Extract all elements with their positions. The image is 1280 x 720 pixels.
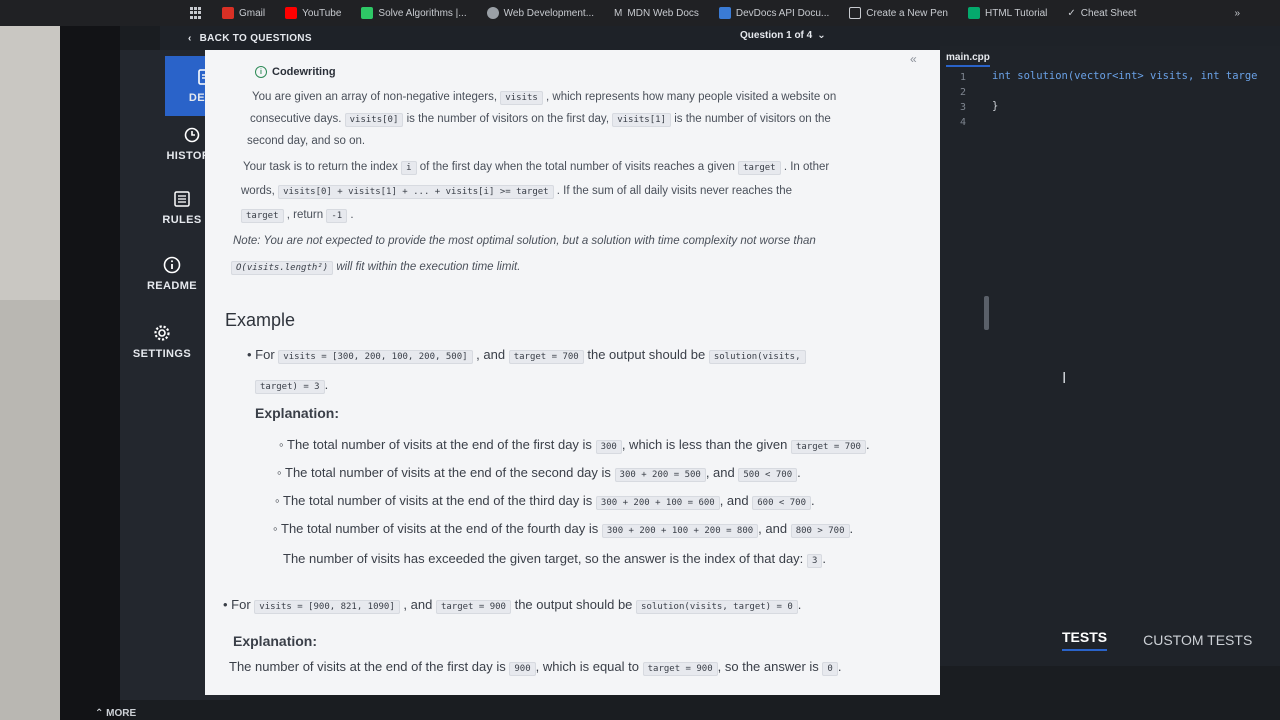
codewriting-icon: i bbox=[255, 66, 267, 79]
codepen-icon bbox=[849, 7, 862, 19]
bookmark-html-tutorial[interactable]: HTML Tutorial bbox=[967, 7, 1047, 19]
chevron-down-icon: ⌄ bbox=[817, 30, 826, 41]
text-cursor-icon: I bbox=[1062, 370, 1067, 387]
task-type-header: i Codewriting bbox=[255, 65, 336, 80]
bookmark-web-development[interactable]: Web Development... bbox=[486, 7, 594, 19]
file-tab-main-cpp[interactable]: main.cpp bbox=[946, 52, 990, 67]
description-paragraph-2b: words, visits[0] + visits[1] + ... + vis… bbox=[241, 185, 793, 199]
gmail-icon bbox=[222, 7, 234, 19]
panel-resize-handle[interactable] bbox=[984, 296, 989, 330]
complexity-note-b: O(visits.length²) will fit within the ex… bbox=[231, 260, 520, 276]
back-to-questions-link[interactable]: ‹ BACK TO QUESTIONS bbox=[160, 33, 312, 44]
example-2-explanation: The number of visits at the end of the f… bbox=[229, 659, 842, 676]
bookmark-hackerrank[interactable]: Solve Algorithms |... bbox=[361, 7, 467, 19]
list-icon bbox=[173, 190, 191, 208]
bookmark-youtube[interactable]: YouTube bbox=[285, 7, 341, 19]
sidebar-item-settings[interactable]: SETTINGS bbox=[122, 324, 202, 360]
example-1-step-1: ◦ The total number of visits at the end … bbox=[279, 437, 870, 454]
mdn-icon: M bbox=[614, 7, 623, 19]
apps-grid-icon bbox=[190, 7, 202, 19]
description-paragraph-1c: second day, and so on. bbox=[247, 135, 366, 147]
tab-custom-tests[interactable]: CUSTOM TESTS bbox=[1143, 632, 1252, 648]
sidebar-more-button[interactable]: ⌃ MORE bbox=[95, 708, 136, 719]
line-number: 1 bbox=[960, 72, 967, 83]
bookmarks-overflow-button[interactable]: » bbox=[1234, 8, 1240, 19]
code-editor[interactable]: main.cpp 1 2 3 4 int solution(vector<int… bbox=[940, 46, 1280, 666]
cheatsheet-icon: ✓ bbox=[1067, 7, 1076, 19]
example-1-step-2: ◦ The total number of visits at the end … bbox=[277, 465, 801, 482]
bookmark-codepen[interactable]: Create a New Pen bbox=[849, 7, 948, 19]
bookmark-devdocs[interactable]: DevDocs API Docu... bbox=[718, 7, 829, 19]
tab-tests[interactable]: TESTS bbox=[1062, 629, 1108, 651]
complexity-note: Note: You are not expected to provide th… bbox=[233, 235, 816, 247]
info-icon bbox=[163, 256, 181, 274]
example-1-step-3: ◦ The total number of visits at the end … bbox=[275, 493, 815, 510]
bookmark-gmail[interactable]: Gmail bbox=[222, 7, 265, 19]
code-line-3[interactable]: } bbox=[992, 100, 998, 112]
example-heading: Example bbox=[225, 310, 296, 330]
apps-button[interactable] bbox=[190, 7, 202, 19]
example-1-statement-b: target) = 3. bbox=[255, 376, 328, 394]
tests-tab-bar: TESTS CUSTOM TESTS bbox=[1040, 620, 1280, 660]
bookmark-mdn[interactable]: M MDN Web Docs bbox=[614, 8, 699, 19]
chevron-up-icon: ⌃ bbox=[95, 708, 104, 719]
example-2-statement: • For visits = [900, 821, 1090] , and ta… bbox=[223, 597, 802, 614]
example-2-explanation-label: Explanation: bbox=[233, 633, 318, 649]
hackerrank-icon bbox=[361, 7, 374, 19]
line-number: 3 bbox=[960, 102, 967, 113]
description-paragraph-2c: target , return -1 . bbox=[241, 208, 354, 224]
question-selector[interactable]: Question 1 of 4 ⌄ bbox=[740, 30, 826, 41]
devdocs-icon bbox=[718, 7, 731, 19]
chevron-left-icon: ‹ bbox=[188, 32, 192, 44]
w3-icon bbox=[967, 7, 980, 19]
web-icon bbox=[486, 7, 499, 19]
bookmark-cheat-sheet[interactable]: ✓ Cheat Sheet bbox=[1067, 8, 1136, 19]
example-1-step-4: ◦ The total number of visits at the end … bbox=[273, 521, 854, 538]
sidebar-item-readme[interactable]: README bbox=[132, 256, 212, 292]
code-line-1[interactable]: int solution(vector<int> visits, int tar… bbox=[992, 70, 1258, 82]
description-panel: i Codewriting You are given an array of … bbox=[205, 50, 940, 695]
bookmarks-bar: Gmail YouTube Solve Algorithms |... Web … bbox=[0, 0, 1280, 26]
description-paragraph-1: You are given an array of non-negative i… bbox=[252, 91, 837, 105]
description-paragraph-2: Your task is to return the index i of th… bbox=[243, 161, 830, 175]
clock-icon bbox=[183, 126, 201, 144]
screen-bezel bbox=[60, 0, 120, 720]
description-paragraph-1b: consecutive days. visits[0] is the numbe… bbox=[250, 113, 831, 127]
example-1-statement: • For visits = [300, 200, 100, 200, 500]… bbox=[247, 346, 806, 364]
example-1-explanation-label: Explanation: bbox=[255, 405, 340, 421]
collapse-panel-button[interactable]: « bbox=[910, 52, 917, 66]
line-number: 2 bbox=[960, 87, 967, 98]
gear-icon bbox=[153, 324, 171, 342]
youtube-icon bbox=[285, 7, 298, 19]
example-1-conclusion: The number of visits has exceeded the gi… bbox=[283, 551, 826, 568]
line-number: 4 bbox=[960, 117, 967, 128]
